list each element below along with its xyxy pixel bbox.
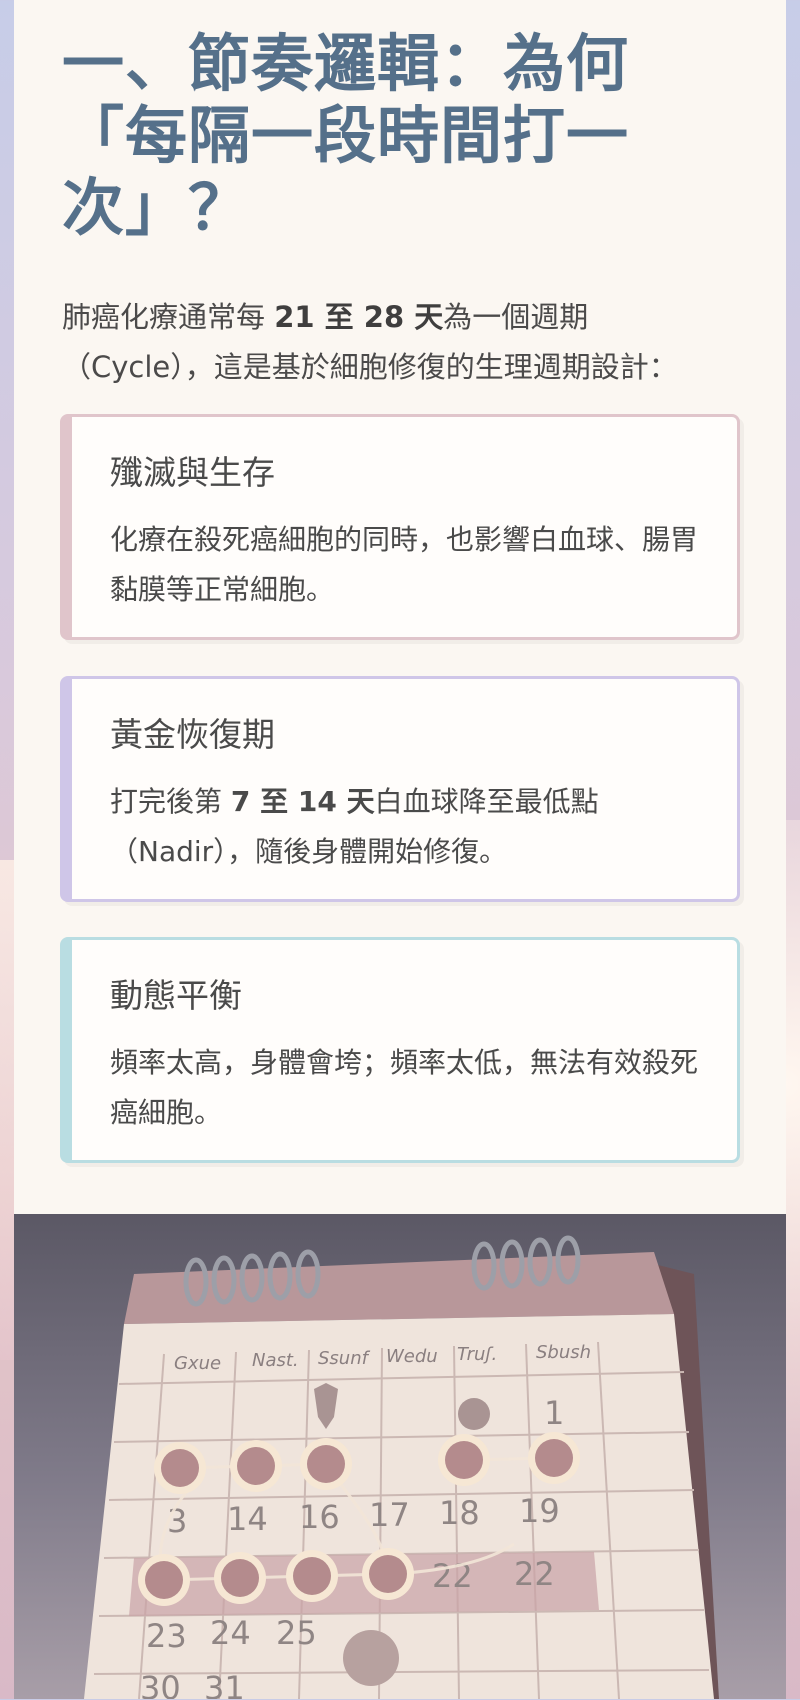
calendar-illustration: Gxue Nast. Ssunf Wedu Truʃ. Sbush 1 3 14… — [14, 1214, 786, 1699]
bead — [214, 1552, 266, 1604]
day-number: 14 — [227, 1500, 268, 1538]
weekday-label: Wedu — [386, 1346, 438, 1367]
day-number: 22 — [514, 1555, 555, 1593]
card-title: 殲滅與生存 — [110, 453, 275, 492]
card-body: 頻率太高，身體會垮；頻率太低，無法有效殺死癌細胞。 — [110, 1046, 699, 1129]
bead — [362, 1548, 414, 1600]
weekday-label: Gxue — [174, 1353, 221, 1374]
intro-text-pre: 肺癌化療通常每 — [62, 300, 275, 334]
weekday-label: Truʃ. — [457, 1344, 497, 1365]
day-number: 24 — [210, 1614, 251, 1652]
content-page: 一、節奏邏輯：為何「每隔一段時間打一次」？ 肺癌化療通常每 21 至 28 天為… — [14, 0, 786, 1699]
bead — [286, 1550, 338, 1602]
day-number: 23 — [146, 1617, 187, 1655]
card-body-pre: 打完後第 — [110, 785, 231, 818]
day-number: 30 — [140, 1669, 181, 1699]
day-number: 1 — [544, 1394, 564, 1432]
card-body: 打完後第 7 至 14 天白血球降至最低點（Nadir），隨後身體開始修復。 — [110, 777, 710, 877]
bead — [138, 1554, 190, 1606]
card-title: 黃金恢復期 — [110, 715, 275, 754]
bead — [230, 1440, 282, 1492]
info-card-recovery: 黃金恢復期 打完後第 7 至 14 天白血球降至最低點（Nadir），隨後身體開… — [60, 676, 740, 902]
bead — [528, 1432, 580, 1484]
animal-emblem — [458, 1398, 490, 1430]
bead — [300, 1438, 352, 1490]
day-number: 18 — [439, 1494, 480, 1532]
card-body: 化療在殺死癌細胞的同時，也影響白血球、腸胃黏膜等正常細胞。 — [110, 523, 699, 606]
intro-paragraph: 肺癌化療通常每 21 至 28 天為一個週期（Cycle），這是基於細胞修復的生… — [62, 292, 732, 392]
day-number: 25 — [276, 1614, 317, 1652]
card-body-bold: 7 至 14 天 — [230, 785, 375, 818]
face-emblem — [343, 1630, 399, 1686]
info-card-balance: 動態平衡 頻率太高，身體會垮；頻率太低，無法有效殺死癌細胞。 — [60, 937, 740, 1163]
calendar-svg: Gxue Nast. Ssunf Wedu Truʃ. Sbush 1 3 14… — [84, 1235, 719, 1699]
info-card-elimination: 殲滅與生存 化療在殺死癌細胞的同時，也影響白血球、腸胃黏膜等正常細胞。 — [60, 414, 740, 640]
day-number: 17 — [369, 1496, 410, 1534]
day-number: 16 — [299, 1498, 340, 1536]
weekday-label: Sbush — [536, 1342, 591, 1363]
day-number: 19 — [519, 1492, 560, 1530]
day-number: 31 — [204, 1669, 245, 1699]
section-title: 一、節奏邏輯：為何「每隔一段時間打一次」？ — [62, 27, 630, 244]
weekday-label: Nast. — [252, 1350, 299, 1371]
bead — [438, 1434, 490, 1486]
card-title: 動態平衡 — [110, 976, 242, 1015]
weekday-label: Ssunf — [318, 1348, 371, 1369]
intro-text-bold: 21 至 28 天 — [274, 300, 444, 334]
bead — [154, 1442, 206, 1494]
